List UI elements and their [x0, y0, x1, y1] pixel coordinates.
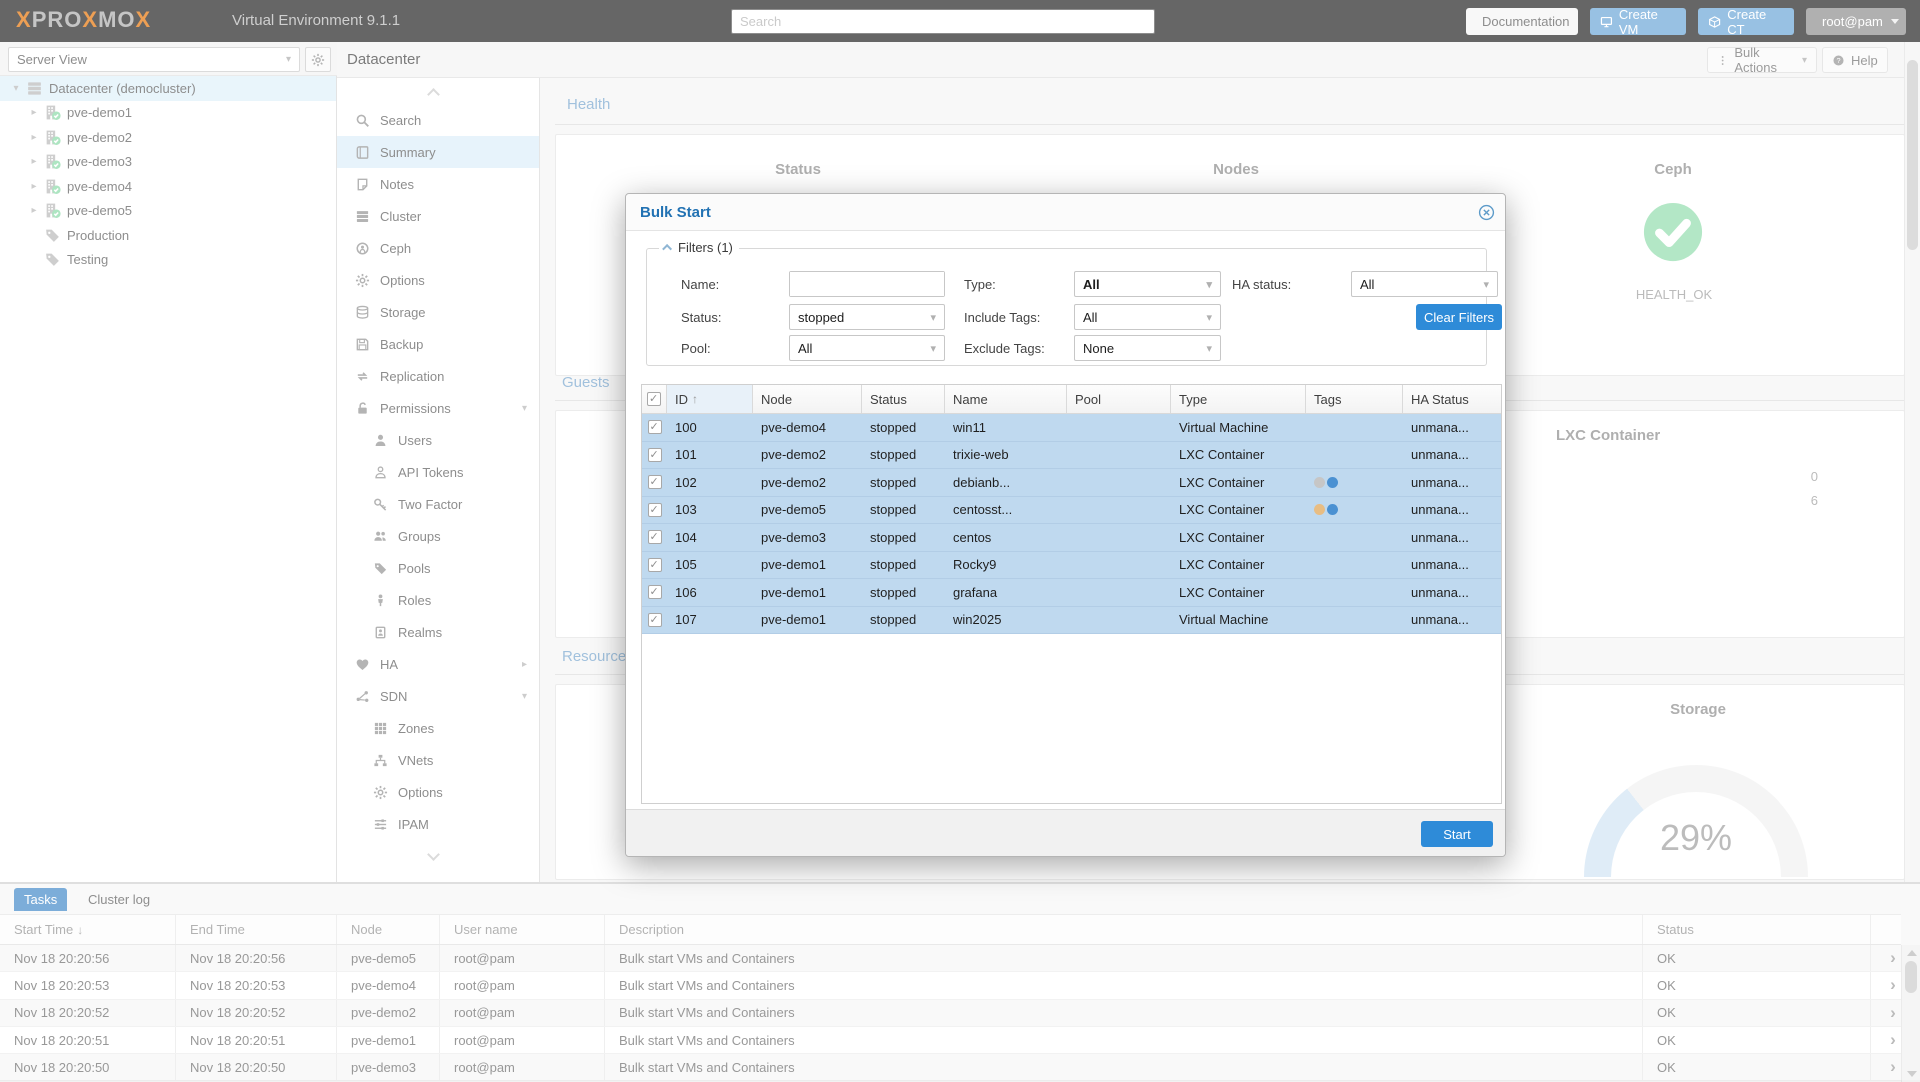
chevron-down-icon: ▾: [1206, 278, 1212, 291]
name-label: Name:: [681, 277, 719, 292]
tag-dot: [1327, 504, 1338, 515]
row-checkbox[interactable]: [648, 420, 662, 434]
col-status[interactable]: Status: [862, 385, 945, 413]
col-ha-status[interactable]: HA Status: [1403, 385, 1501, 413]
col-node[interactable]: Node: [753, 385, 862, 413]
row-checkbox[interactable]: [648, 558, 662, 572]
pool-label: Pool:: [681, 341, 711, 356]
sort-asc-icon: ↑: [692, 392, 698, 406]
ha-status-select[interactable]: All▾: [1351, 271, 1498, 297]
row-checkbox[interactable]: [648, 475, 662, 489]
row-checkbox[interactable]: [648, 503, 662, 517]
status-label: Status:: [681, 310, 721, 325]
status-select[interactable]: stopped▾: [789, 304, 945, 330]
guest-row[interactable]: 106 pve-demo1 stopped grafana LXC Contai…: [642, 579, 1501, 607]
select-all-checkbox[interactable]: [642, 385, 667, 413]
row-checkbox[interactable]: [648, 613, 662, 627]
col-name[interactable]: Name: [945, 385, 1067, 413]
guest-row[interactable]: 100 pve-demo4 stopped win11 Virtual Mach…: [642, 414, 1501, 442]
row-checkbox[interactable]: [648, 530, 662, 544]
col-type[interactable]: Type: [1171, 385, 1306, 413]
tag-dot: [1314, 504, 1325, 515]
col-tags[interactable]: Tags: [1306, 385, 1403, 413]
ha-status-label: HA status:: [1232, 277, 1291, 292]
chevron-down-icon: ▾: [930, 311, 936, 324]
dialog-title: Bulk Start: [640, 204, 711, 221]
guest-selection-grid: ID↑ Node Status Name Pool Type Tags HA S…: [641, 384, 1502, 804]
guest-row[interactable]: 104 pve-demo3 stopped centos LXC Contain…: [642, 524, 1501, 552]
name-filter-input[interactable]: [790, 272, 944, 296]
close-icon[interactable]: [1478, 204, 1495, 221]
exclude-tags-label: Exclude Tags:: [964, 341, 1045, 356]
guest-row[interactable]: 103 pve-demo5 stopped centosst... LXC Co…: [642, 497, 1501, 525]
clear-filters-button[interactable]: Clear Filters: [1416, 304, 1502, 330]
chevron-down-icon: ▾: [930, 342, 936, 355]
include-tags-label: Include Tags:: [964, 310, 1040, 325]
chevron-down-icon: ▾: [1206, 311, 1212, 324]
grid-body: 100 pve-demo4 stopped win11 Virtual Mach…: [642, 414, 1501, 634]
tag-dot: [1327, 477, 1338, 488]
row-checkbox[interactable]: [648, 448, 662, 462]
collapse-icon[interactable]: [662, 244, 672, 254]
chevron-down-icon: ▾: [1483, 278, 1489, 291]
include-tags-select[interactable]: All▾: [1074, 304, 1221, 330]
filters-fieldset: Filters (1) Name: Type: All▾ HA status: …: [646, 248, 1487, 366]
guest-row[interactable]: 107 pve-demo1 stopped win2025 Virtual Ma…: [642, 607, 1501, 635]
guest-row[interactable]: 105 pve-demo1 stopped Rocky9 LXC Contain…: [642, 552, 1501, 580]
filters-legend: Filters (1): [678, 240, 733, 255]
guest-row[interactable]: 102 pve-demo2 stopped debianb... LXC Con…: [642, 469, 1501, 497]
guest-row[interactable]: 101 pve-demo2 stopped trixie-web LXC Con…: [642, 442, 1501, 470]
grid-header: ID↑ Node Status Name Pool Type Tags HA S…: [642, 385, 1501, 414]
chevron-down-icon: ▾: [1206, 342, 1212, 355]
start-button[interactable]: Start: [1421, 821, 1493, 847]
col-id[interactable]: ID↑: [667, 385, 753, 413]
row-checkbox[interactable]: [648, 585, 662, 599]
bulk-start-dialog: Bulk Start Filters (1) Name: Type: All▾ …: [625, 193, 1506, 857]
col-pool[interactable]: Pool: [1067, 385, 1171, 413]
pool-select[interactable]: All▾: [789, 335, 945, 361]
type-select[interactable]: All▾: [1074, 271, 1221, 297]
type-label: Type:: [964, 277, 996, 292]
tag-dot: [1314, 477, 1325, 488]
exclude-tags-select[interactable]: None▾: [1074, 335, 1221, 361]
